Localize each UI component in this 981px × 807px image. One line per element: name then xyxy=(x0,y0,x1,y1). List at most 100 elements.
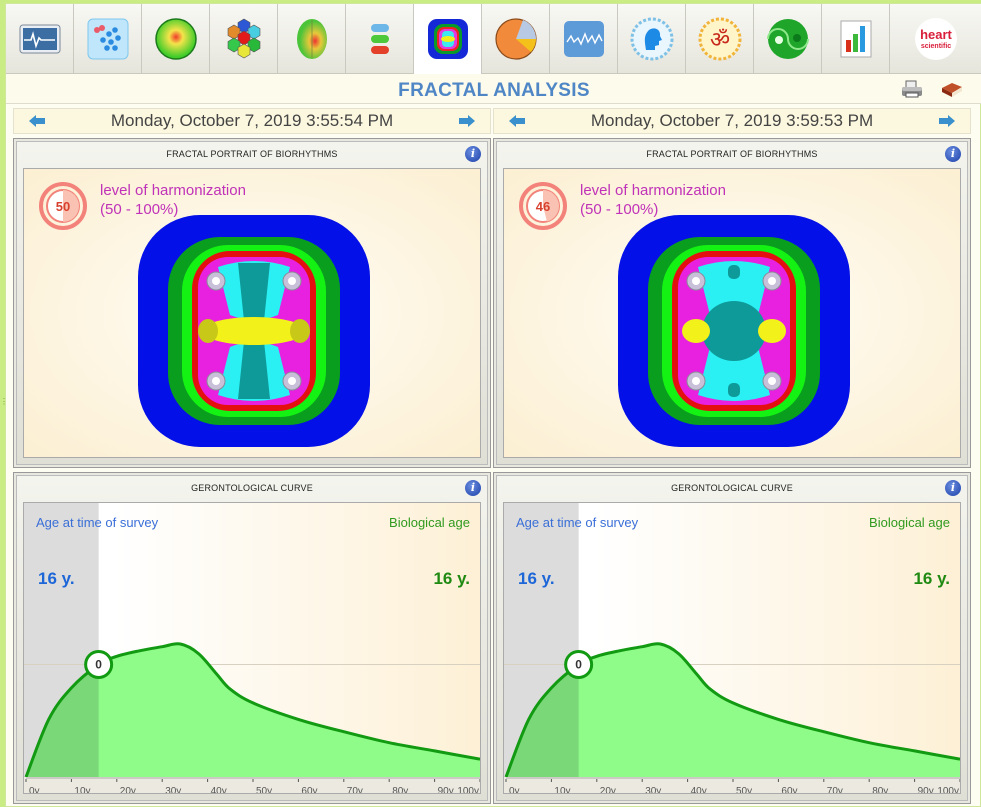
fractal-portrait-panel: FRACTAL PORTRAIT OF BIORHYTHMS i 50 leve… xyxy=(13,138,491,468)
resize-grip[interactable]: ⋮ xyxy=(0,398,8,414)
x-tick-label: 0y xyxy=(29,786,40,794)
date-navigator: Monday, October 7, 2019 3:59:53 PM xyxy=(493,108,971,134)
x-tick-label: 80y xyxy=(392,786,408,794)
fractal-portrait-area: 50 level of harmonization (50 - 100%) xyxy=(23,168,481,458)
harmonization-label: level of harmonization (50 - 100%) xyxy=(100,181,246,219)
panel-title: FRACTAL PORTRAIT OF BIORHYTHMS xyxy=(646,149,818,159)
wave-chart-icon xyxy=(563,20,604,57)
page-header: FRACTAL ANALYSIS xyxy=(6,74,981,104)
x-tick-label: 60y xyxy=(301,786,317,794)
harmonization-gauge: 46 xyxy=(519,182,567,230)
survey-column-left: Monday, October 7, 2019 3:55:54 PM FRACT… xyxy=(13,108,491,804)
heart-scientific-logo: heartscientific xyxy=(915,17,957,60)
x-tick-label: 50y xyxy=(736,786,752,794)
toolbar-brain-map[interactable] xyxy=(278,4,346,74)
info-icon[interactable]: i xyxy=(465,480,481,496)
marker-label: 0 xyxy=(95,658,102,672)
age-at-survey-label: Age at time of survey xyxy=(516,515,639,530)
x-tick-label: 40y xyxy=(211,786,227,794)
panel-title: GERONTOLOGICAL CURVE xyxy=(671,483,793,493)
x-tick-label: 100y xyxy=(457,786,479,794)
scatter-analysis-icon xyxy=(87,18,128,59)
x-tick-label: 0y xyxy=(509,786,520,794)
next-date-arrow-icon[interactable] xyxy=(458,114,476,128)
x-tick-label: 60y xyxy=(781,786,797,794)
age-at-survey-value: 16 y. xyxy=(518,569,555,588)
pie-chart-icon xyxy=(494,17,537,60)
previous-date-arrow-icon[interactable] xyxy=(28,114,46,128)
toolbar-wave-chart[interactable] xyxy=(550,4,618,74)
printer-icon[interactable] xyxy=(900,79,924,99)
harmonization-gauge: 50 xyxy=(39,182,87,230)
harmonization-value: 46 xyxy=(536,199,550,214)
brain-map-icon xyxy=(296,18,327,59)
info-icon[interactable]: i xyxy=(945,146,961,162)
harmonization-value: 50 xyxy=(56,199,70,214)
gerontological-chart: 0y 10y 20y 30y 40y 50y 60y 70y 80y 90y 100y 0 Age a… xyxy=(503,502,961,794)
info-icon[interactable]: i xyxy=(465,146,481,162)
next-date-arrow-icon[interactable] xyxy=(938,114,956,128)
x-tick-label: 20y xyxy=(120,786,136,794)
ecg-monitor-icon xyxy=(19,24,60,53)
toolbar-pie-chart[interactable] xyxy=(482,4,550,74)
app-frame: ॐ heart scientific FRACTAL ANALYSIS Monda… xyxy=(5,3,981,807)
hexagon-matrix-icon xyxy=(227,18,260,58)
toolbar-ecg-monitor[interactable] xyxy=(6,4,74,74)
toolbar-energy-sphere[interactable] xyxy=(142,4,210,74)
x-tick-label: 100y xyxy=(937,786,959,794)
toolbar-hexagon-matrix[interactable] xyxy=(210,4,278,74)
panel-title: FRACTAL PORTRAIT OF BIORHYTHMS xyxy=(166,149,338,159)
gerontological-chart-svg: 0y 10y 20y 30y 40y 50y 60y 70y 80y 90y 100y 0 xyxy=(24,503,480,794)
gerontological-chart: 0y 10y 20y 30y 40y 50y 60y 70y 80y 90y 100y 0 Age a… xyxy=(23,502,481,794)
x-tick-label: 70y xyxy=(827,786,843,794)
yin-yang-icon xyxy=(766,18,809,59)
energy-sphere-icon xyxy=(154,17,197,60)
biological-age-label: Biological age xyxy=(389,515,470,530)
previous-date-arrow-icon[interactable] xyxy=(508,114,526,128)
spine-icon xyxy=(370,23,389,54)
toolbar-bar-chart[interactable] xyxy=(822,4,890,74)
fractal-portrait-panel: FRACTAL PORTRAIT OF BIORHYTHMS i 46 leve… xyxy=(493,138,971,468)
fractal-portrait-area: 46 level of harmonization (50 - 100%) xyxy=(503,168,961,458)
page-title: FRACTAL ANALYSIS xyxy=(398,80,590,101)
harmonization-label-line1: level of harmonization xyxy=(580,182,726,199)
survey-column-right: Monday, October 7, 2019 3:59:53 PM FRACT… xyxy=(493,108,971,804)
gerontological-chart-svg: 0y 10y 20y 30y 40y 50y 60y 70y 80y 90y 100y 0 xyxy=(504,503,960,794)
fractal-analysis-icon xyxy=(427,19,468,59)
gerontological-curve-panel: GERONTOLOGICAL CURVE i 0y 10y 20y 30y 40y 50y… xyxy=(13,472,491,804)
toolbar-om-symbol[interactable]: ॐ xyxy=(686,4,754,74)
x-tick-label: 30y xyxy=(645,786,661,794)
toolbar-scatter-analysis[interactable] xyxy=(74,4,142,74)
x-tick-label: 20y xyxy=(600,786,616,794)
age-at-survey-label: Age at time of survey xyxy=(36,515,159,530)
info-icon[interactable]: i xyxy=(945,480,961,496)
panel-title: GERONTOLOGICAL CURVE xyxy=(191,483,313,493)
x-tick-label: 90y xyxy=(438,786,454,794)
brand-logo: heart scientific xyxy=(890,4,981,74)
fractal-image xyxy=(138,215,370,447)
gerontological-curve-panel: GERONTOLOGICAL CURVE i 0y 10y 20y 30y 40y 50y… xyxy=(493,472,971,804)
date-navigator: Monday, October 7, 2019 3:55:54 PM xyxy=(13,108,491,134)
toolbar-head-profile[interactable] xyxy=(618,4,686,74)
age-at-survey-value: 16 y. xyxy=(38,569,75,588)
svg-text:scientific: scientific xyxy=(921,43,951,50)
svg-text:heart: heart xyxy=(920,27,952,42)
harmonization-label-line1: level of harmonization xyxy=(100,182,246,199)
x-tick-label: 90y xyxy=(918,786,934,794)
toolbar-fractal-analysis[interactable] xyxy=(414,4,482,74)
module-toolbar: ॐ heart scientific xyxy=(6,4,981,74)
x-tick-label: 40y xyxy=(691,786,707,794)
toolbar-yin-yang[interactable] xyxy=(754,4,822,74)
svg-text:ॐ: ॐ xyxy=(709,28,729,53)
book-icon[interactable] xyxy=(940,79,964,99)
om-symbol-icon: ॐ xyxy=(698,17,741,60)
toolbar-spine[interactable] xyxy=(346,4,414,74)
bar-chart-icon xyxy=(840,20,871,57)
x-tick-label: 80y xyxy=(872,786,888,794)
x-tick-label: 10y xyxy=(554,786,570,794)
x-tick-label: 70y xyxy=(347,786,363,794)
harmonization-label: level of harmonization (50 - 100%) xyxy=(580,181,726,219)
biological-age-label: Biological age xyxy=(869,515,950,530)
x-tick-label: 50y xyxy=(256,786,272,794)
survey-date: Monday, October 7, 2019 3:55:54 PM xyxy=(110,111,394,130)
